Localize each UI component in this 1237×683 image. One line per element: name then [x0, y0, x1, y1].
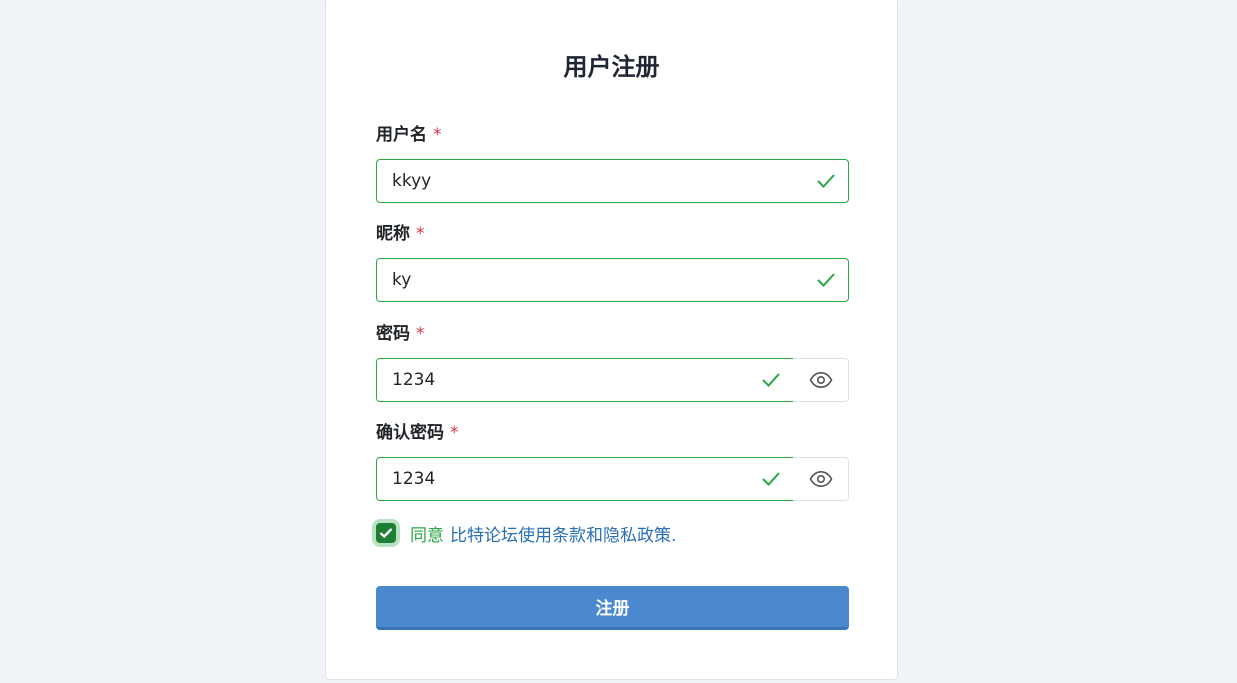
- check-icon: [817, 273, 835, 287]
- username-label-text: 用户名: [376, 125, 427, 145]
- agreement-checkbox[interactable]: [376, 523, 396, 543]
- checkbox-checked-icon: [379, 528, 393, 539]
- register-card: 用户注册 用户名 * kkyy 昵称 * ky 密码 * 1234 确认密码 *: [325, 0, 898, 680]
- agreement-label[interactable]: 同意: [410, 521, 444, 546]
- required-mark: *: [433, 125, 442, 145]
- username-input[interactable]: kkyy: [376, 159, 849, 203]
- nickname-label-text: 昵称: [376, 224, 410, 244]
- page-title: 用户注册: [563, 53, 660, 81]
- username-value[interactable]: kkyy: [392, 160, 431, 202]
- required-mark: *: [416, 324, 425, 344]
- register-button[interactable]: 注册: [376, 586, 849, 630]
- check-icon: [762, 472, 780, 486]
- password-input[interactable]: 1234: [376, 358, 794, 402]
- check-icon: [817, 174, 835, 188]
- check-icon: [762, 373, 780, 387]
- required-mark: *: [416, 224, 425, 244]
- password-label-text: 密码: [376, 324, 410, 344]
- confirm-password-visibility-toggle[interactable]: [793, 457, 849, 501]
- terms-link[interactable]: 比特论坛使用条款和隐私政策.: [450, 521, 676, 546]
- agreement-row: 同意 比特论坛使用条款和隐私政策.: [373, 520, 676, 546]
- password-label: 密码 *: [376, 323, 425, 345]
- password-value[interactable]: 1234: [392, 359, 435, 401]
- nickname-value[interactable]: ky: [392, 259, 411, 301]
- confirm-password-label: 确认密码 *: [376, 422, 459, 444]
- username-label: 用户名 *: [376, 124, 442, 146]
- nickname-label: 昵称 *: [376, 223, 425, 245]
- required-mark: *: [450, 423, 459, 443]
- eye-icon: [809, 371, 832, 389]
- confirm-password-value[interactable]: 1234: [392, 458, 435, 500]
- confirm-password-label-text: 确认密码: [376, 423, 444, 443]
- confirm-password-input[interactable]: 1234: [376, 457, 794, 501]
- eye-icon: [809, 470, 832, 488]
- password-visibility-toggle[interactable]: [793, 358, 849, 402]
- nickname-input[interactable]: ky: [376, 258, 849, 302]
